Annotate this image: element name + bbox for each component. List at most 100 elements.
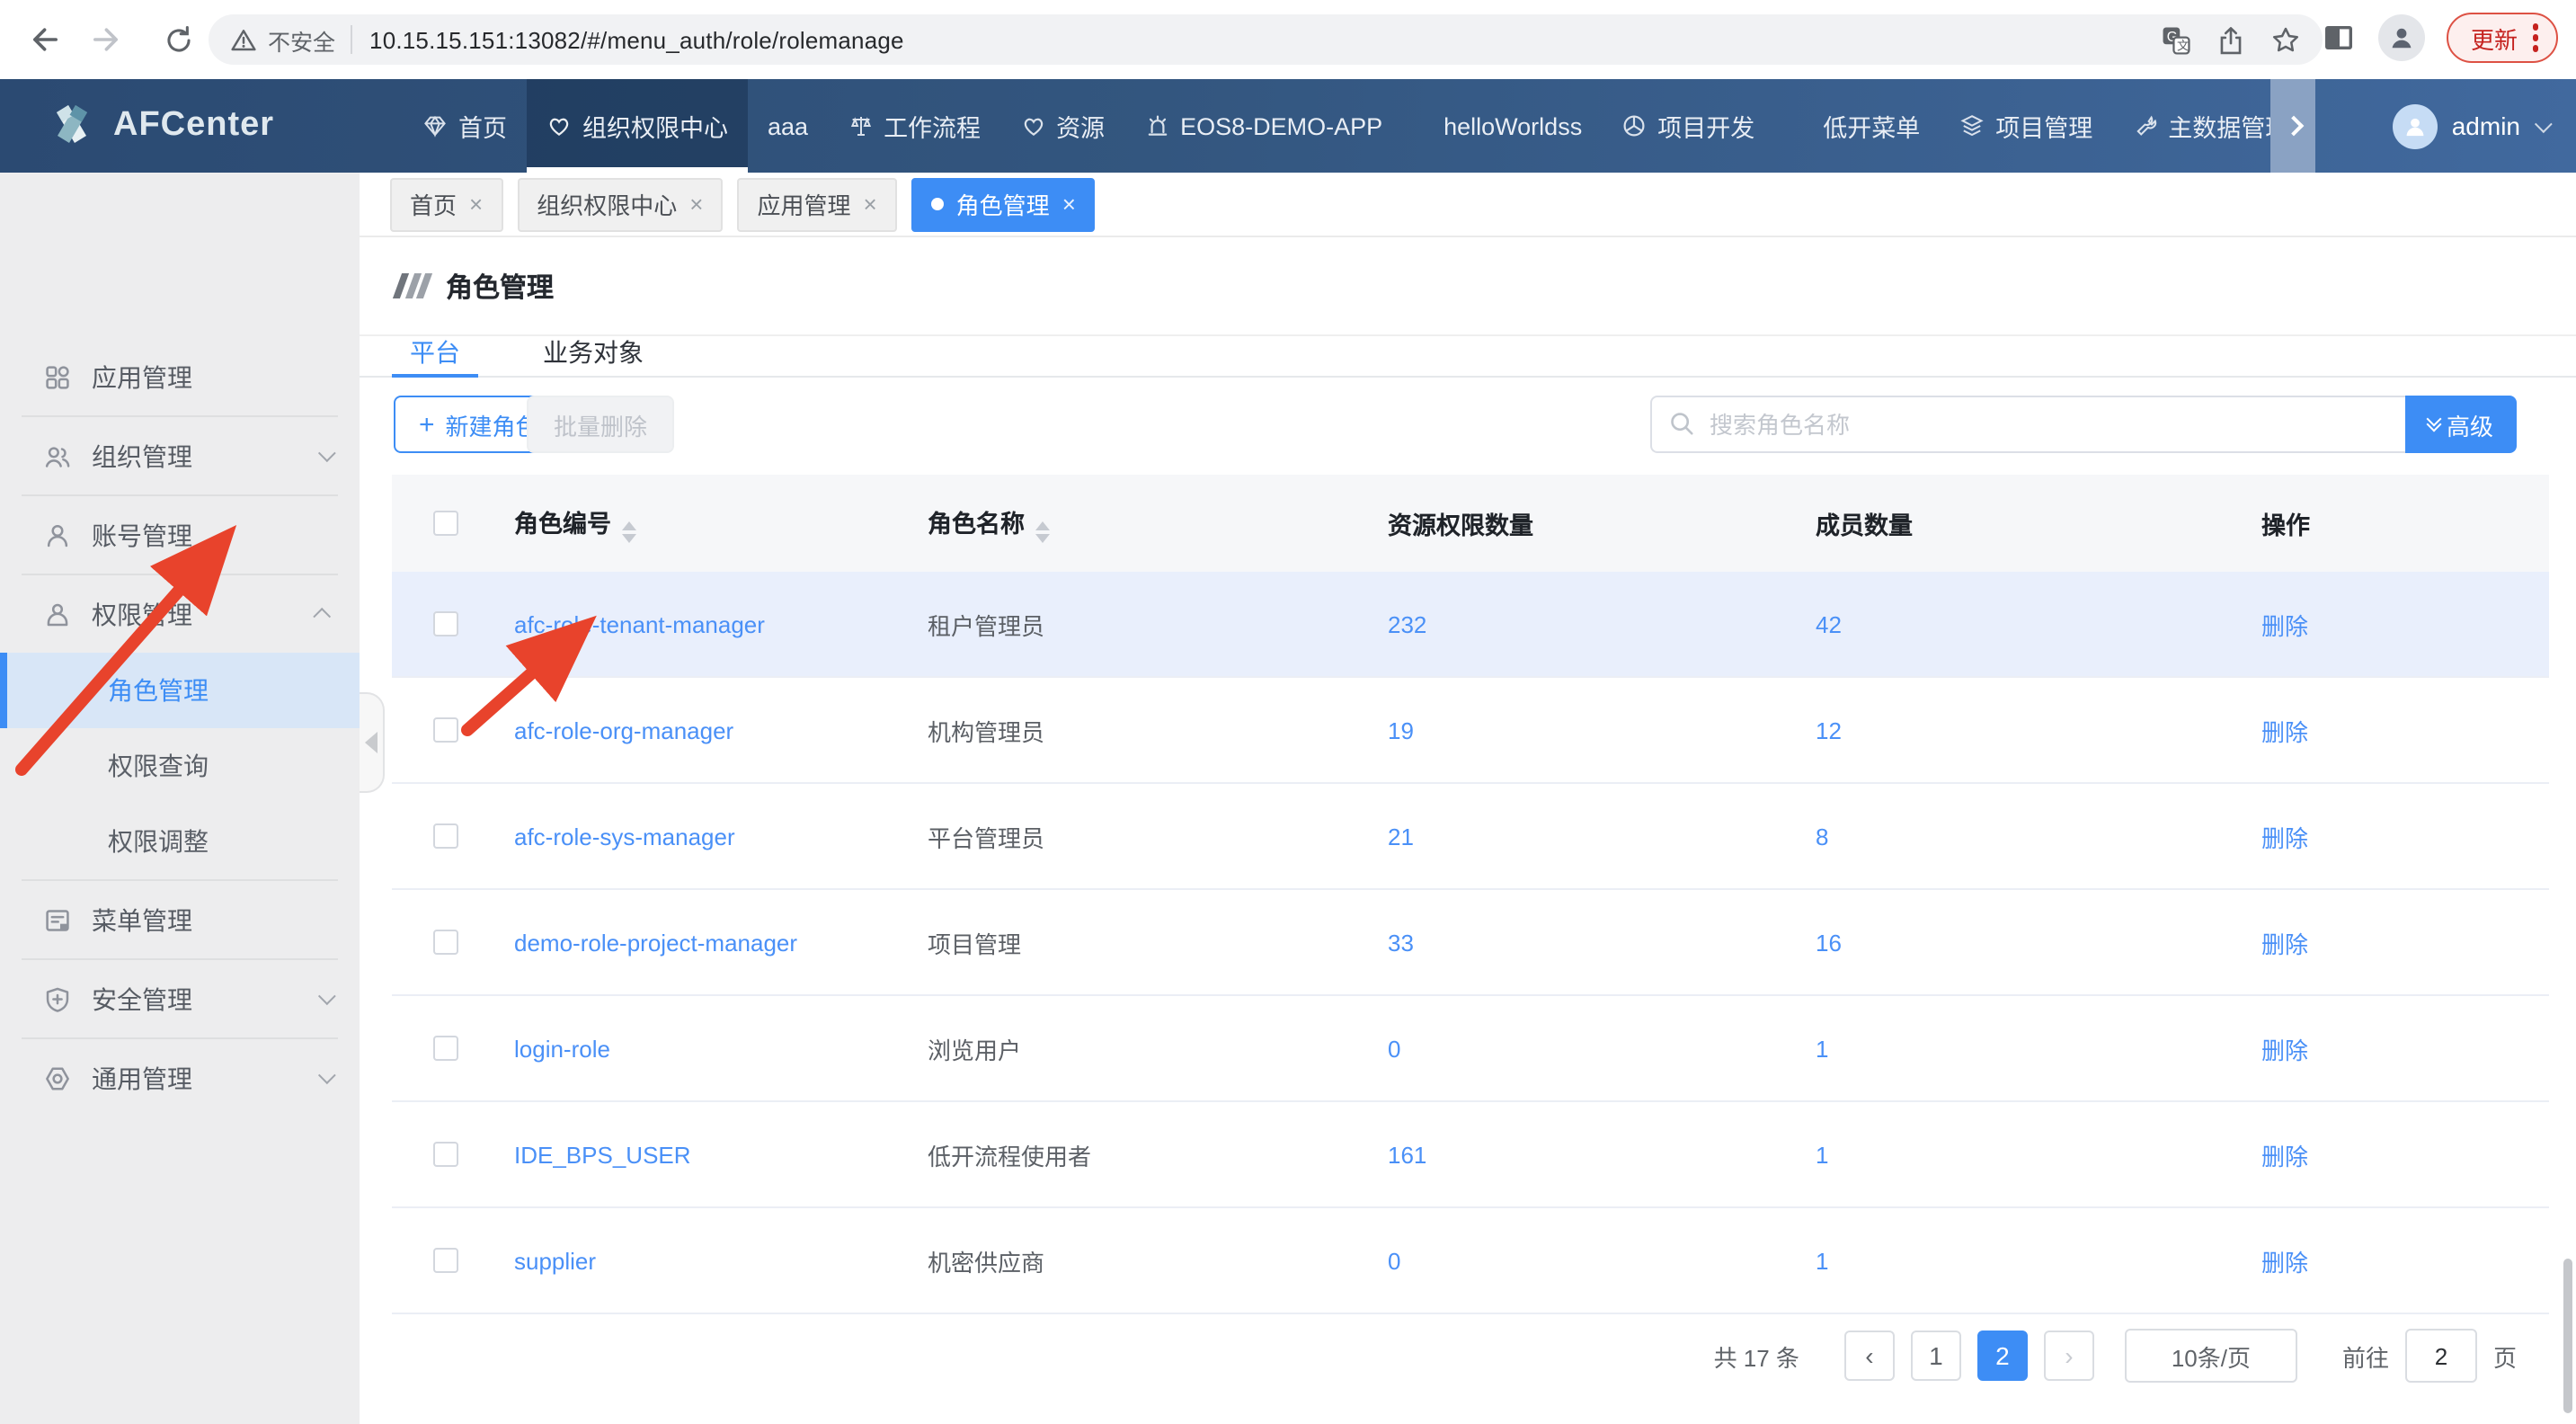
browser-forward-button[interactable]	[83, 13, 137, 67]
table-row[interactable]: login-role 浏览用户 0 1 删除	[392, 996, 2549, 1102]
browser-update-button[interactable]: 更新	[2447, 13, 2558, 63]
nav-item-home[interactable]: 首页	[403, 79, 527, 173]
table-row[interactable]: supplier 机密供应商 0 1 删除	[392, 1208, 2549, 1314]
nav-item-resources[interactable]: 资源	[1000, 79, 1124, 173]
member-count-link[interactable]: 16	[1801, 929, 2247, 956]
page-tab-org-auth-center[interactable]: 组织权限中心	[517, 177, 723, 231]
nav-item-master-data[interactable]: 主数据管理	[2112, 79, 2270, 173]
sidebar-item-app-mgmt[interactable]: 应用管理	[0, 338, 360, 415]
delete-link[interactable]: 删除	[2247, 819, 2549, 853]
delete-link[interactable]: 删除	[2247, 925, 2549, 959]
bookmark-star-icon[interactable]	[2270, 24, 2301, 55]
role-code-link[interactable]: login-role	[500, 1035, 913, 1062]
sidebar-item-role-mgmt[interactable]: 角色管理	[0, 653, 360, 728]
browser-back-button[interactable]	[14, 13, 68, 67]
row-checkbox[interactable]	[433, 717, 458, 743]
browser-reload-button[interactable]	[151, 13, 205, 67]
sort-control[interactable]	[1035, 521, 1050, 543]
close-icon[interactable]	[469, 191, 483, 218]
url-text[interactable]: 10.15.15.151:13082/#/menu_auth/role/role…	[369, 26, 904, 53]
role-code-link[interactable]: IDE_BPS_USER	[500, 1141, 913, 1168]
close-icon[interactable]	[863, 191, 876, 218]
nav-item-eos8-demo-app[interactable]: EOS8-DEMO-APP	[1124, 79, 1402, 173]
delete-link[interactable]: 删除	[2247, 1243, 2549, 1277]
page-tab-role-mgmt[interactable]: 角色管理	[911, 177, 1096, 231]
prev-page-button[interactable]: ‹	[1844, 1331, 1895, 1381]
sidebar-item-general-mgmt[interactable]: 通用管理	[0, 1039, 360, 1117]
member-count-link[interactable]: 1	[1801, 1247, 2247, 1274]
nav-item-lowcode-menu[interactable]: 低开菜单	[1803, 79, 1940, 173]
role-code-link[interactable]: demo-role-project-manager	[500, 929, 913, 956]
member-count-link[interactable]: 12	[1801, 716, 2247, 743]
browser-menu-icon[interactable]	[2532, 24, 2538, 52]
goto-page-input[interactable]	[2405, 1329, 2477, 1383]
translate-icon[interactable]: G文	[2161, 24, 2191, 55]
sidebar-item-menu-mgmt[interactable]: 菜单管理	[0, 881, 360, 958]
browser-profile-avatar[interactable]	[2379, 14, 2426, 61]
table-row[interactable]: afc-role-sys-manager 平台管理员 21 8 删除	[392, 784, 2549, 890]
page-button-2-active[interactable]: 2	[1977, 1331, 2028, 1381]
tab-business-object[interactable]: 业务对象	[525, 336, 662, 378]
role-code-link[interactable]: afc-role-sys-manager	[500, 823, 913, 850]
page-scrollbar-thumb[interactable]	[2563, 1259, 2572, 1413]
sidebar-item-permission-mgmt[interactable]: 权限管理	[0, 575, 360, 653]
nav-scroll-strip[interactable]	[2270, 79, 2315, 173]
row-checkbox[interactable]	[433, 611, 458, 636]
close-icon[interactable]	[1062, 191, 1076, 218]
member-count-link[interactable]: 8	[1801, 823, 2247, 850]
nav-item-aaa[interactable]: aaa	[748, 79, 828, 173]
security-label[interactable]: 不安全	[268, 22, 335, 57]
resource-count-link[interactable]: 0	[1373, 1247, 1801, 1274]
row-checkbox[interactable]	[433, 930, 458, 955]
resource-count-link[interactable]: 232	[1373, 610, 1801, 637]
page-tab-home[interactable]: 首页	[390, 177, 502, 231]
row-checkbox[interactable]	[433, 1036, 458, 1061]
table-row[interactable]: afc-role-tenant-manager 租户管理员 232 42 删除	[392, 572, 2549, 678]
delete-link[interactable]: 删除	[2247, 1137, 2549, 1171]
resource-count-link[interactable]: 33	[1373, 929, 1801, 956]
close-icon[interactable]	[689, 191, 703, 218]
member-count-link[interactable]: 1	[1801, 1141, 2247, 1168]
role-code-link[interactable]: afc-role-tenant-manager	[500, 610, 913, 637]
table-row[interactable]: IDE_BPS_USER 低开流程使用者 161 1 删除	[392, 1102, 2549, 1208]
page-size-select[interactable]: 10条/页	[2125, 1329, 2297, 1383]
table-row[interactable]: afc-role-org-manager 机构管理员 19 12 删除	[392, 678, 2549, 784]
nav-item-project-mgmt[interactable]: 项目管理	[1940, 79, 2112, 173]
resource-count-link[interactable]: 161	[1373, 1141, 1801, 1168]
delete-link[interactable]: 删除	[2247, 713, 2549, 747]
resource-count-link[interactable]: 21	[1373, 823, 1801, 850]
sidebar-item-security-mgmt[interactable]: 安全管理	[0, 960, 360, 1037]
nav-item-org-auth-center[interactable]: 组织权限中心	[527, 79, 748, 173]
nav-item-helloworldss[interactable]: helloWorldss	[1424, 79, 1602, 173]
role-code-link[interactable]: afc-role-org-manager	[500, 716, 913, 743]
page-tab-app-mgmt[interactable]: 应用管理	[737, 177, 896, 231]
nav-item-project-dev[interactable]: 项目开发	[1602, 79, 1774, 173]
sort-control[interactable]	[622, 521, 636, 543]
address-bar[interactable]: 不安全 10.15.15.151:13082/#/menu_auth/role/…	[209, 14, 2323, 65]
user-menu[interactable]: admin	[2393, 79, 2547, 173]
nav-item-workflow[interactable]: 工作流程	[828, 79, 1000, 173]
tab-platform[interactable]: 平台	[392, 336, 478, 378]
next-page-button[interactable]: ›	[2044, 1331, 2094, 1381]
select-all-checkbox[interactable]	[433, 511, 458, 536]
row-checkbox[interactable]	[433, 823, 458, 849]
resource-count-link[interactable]: 0	[1373, 1035, 1801, 1062]
advanced-search-button[interactable]: 高级	[2405, 396, 2517, 453]
delete-link[interactable]: 删除	[2247, 607, 2549, 641]
search-input[interactable]	[1650, 396, 2405, 453]
page-button-1[interactable]: 1	[1911, 1331, 1961, 1381]
role-code-link[interactable]: supplier	[500, 1247, 913, 1274]
batch-delete-button[interactable]: 批量删除	[527, 396, 674, 453]
member-count-link[interactable]: 42	[1801, 610, 2247, 637]
sidebar-collapse-handle[interactable]	[360, 692, 385, 793]
share-icon[interactable]	[2216, 24, 2245, 55]
row-checkbox[interactable]	[433, 1142, 458, 1167]
delete-link[interactable]: 删除	[2247, 1031, 2549, 1065]
sidebar-item-permission-adjust[interactable]: 权限调整	[0, 804, 360, 879]
resource-count-link[interactable]: 19	[1373, 716, 1801, 743]
side-panel-icon[interactable]	[2322, 20, 2358, 56]
sidebar-item-org-mgmt[interactable]: 组织管理	[0, 417, 360, 494]
sidebar-item-account-mgmt[interactable]: 账号管理	[0, 496, 360, 574]
table-row[interactable]: demo-role-project-manager 项目管理 33 16 删除	[392, 890, 2549, 996]
sidebar-item-permission-query[interactable]: 权限查询	[0, 728, 360, 804]
